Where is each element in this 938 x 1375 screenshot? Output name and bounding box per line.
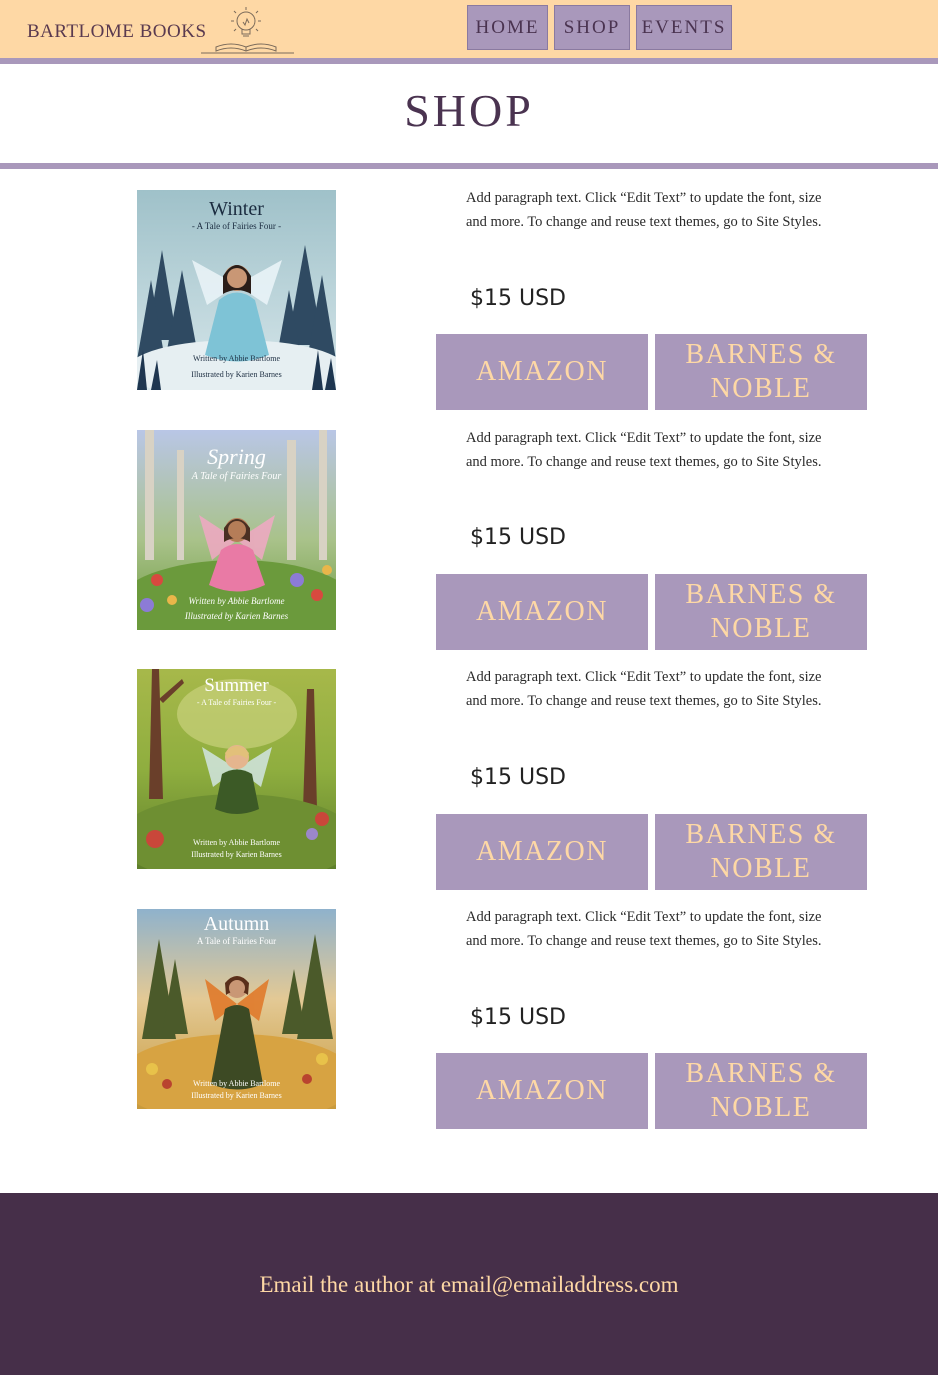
- amazon-button[interactable]: AMAZON: [436, 1053, 648, 1129]
- book-cover-autumn[interactable]: Autumn A Tale of Fairies Four Written by…: [137, 909, 336, 1109]
- product-price: $15 USD: [470, 1005, 566, 1030]
- cover-title: Summer: [204, 675, 269, 696]
- cover-title: Autumn: [203, 913, 270, 935]
- cover-credit-illustrator: Illustrated by Karien Barnes: [191, 370, 282, 379]
- barnes-noble-button[interactable]: BARNES & NOBLE: [655, 1053, 867, 1129]
- barnes-noble-button[interactable]: BARNES & NOBLE: [655, 814, 867, 890]
- product-price: $15 USD: [470, 525, 566, 550]
- product-price: $15 USD: [470, 765, 566, 790]
- cover-credit-illustrator: Illustrated by Karien Barnes: [191, 850, 282, 859]
- cover-subtitle: - A Tale of Fairies Four -: [196, 698, 277, 707]
- barnes-noble-button[interactable]: BARNES & NOBLE: [655, 334, 867, 410]
- cover-subtitle: - A Tale of Fairies Four -: [191, 221, 282, 231]
- book-cover-summer[interactable]: Summer - A Tale of Fairies Four - Writte…: [137, 669, 336, 869]
- lightbulb-book-logo-icon[interactable]: [196, 3, 296, 55]
- header-divider: [0, 58, 938, 64]
- amazon-button[interactable]: AMAZON: [436, 814, 648, 890]
- book-cover-winter[interactable]: Winter - A Tale of Fairies Four - Writte…: [137, 190, 336, 390]
- book-cover-spring[interactable]: Spring A Tale of Fairies Four Written by…: [137, 430, 336, 630]
- cover-title: Winter: [209, 198, 264, 220]
- amazon-button[interactable]: AMAZON: [436, 334, 648, 410]
- product-description: Add paragraph text. Click “Edit Text” to…: [466, 190, 822, 230]
- cover-subtitle: A Tale of Fairies Four: [191, 471, 282, 482]
- page-title: SHOP: [404, 85, 534, 136]
- product-description: Add paragraph text. Click “Edit Text” to…: [466, 669, 822, 709]
- cover-credit-author: Written by Abbie Bartlome: [193, 838, 280, 847]
- cover-subtitle: A Tale of Fairies Four: [196, 936, 277, 946]
- cover-credit-illustrator: Illustrated by Karien Barnes: [184, 611, 289, 621]
- cover-credit-illustrator: Illustrated by Karien Barnes: [191, 1091, 282, 1100]
- cover-credit-author: Written by Abbie Bartlome: [193, 1079, 280, 1088]
- barnes-noble-button[interactable]: BARNES & NOBLE: [655, 574, 867, 650]
- nav-events[interactable]: EVENTS: [636, 5, 732, 50]
- cover-title: Spring: [207, 444, 266, 469]
- cover-credit-author: Written by Abbie Bartlome: [188, 596, 285, 606]
- nav-home[interactable]: HOME: [467, 5, 548, 50]
- amazon-button[interactable]: AMAZON: [436, 574, 648, 650]
- footer-email-text[interactable]: Email the author at email@emailaddress.c…: [0, 1272, 938, 1298]
- nav-shop[interactable]: SHOP: [554, 5, 630, 50]
- title-divider: [0, 163, 938, 169]
- site-header: BARTLOME BOOKS HOME SHOP EVENTS: [0, 0, 938, 58]
- cover-credit-author: Written by Abbie Bartlome: [193, 354, 280, 363]
- product-description: Add paragraph text. Click “Edit Text” to…: [466, 909, 822, 949]
- product-price: $15 USD: [470, 286, 566, 311]
- brand-name[interactable]: BARTLOME BOOKS: [27, 21, 207, 43]
- product-description: Add paragraph text. Click “Edit Text” to…: [466, 430, 822, 470]
